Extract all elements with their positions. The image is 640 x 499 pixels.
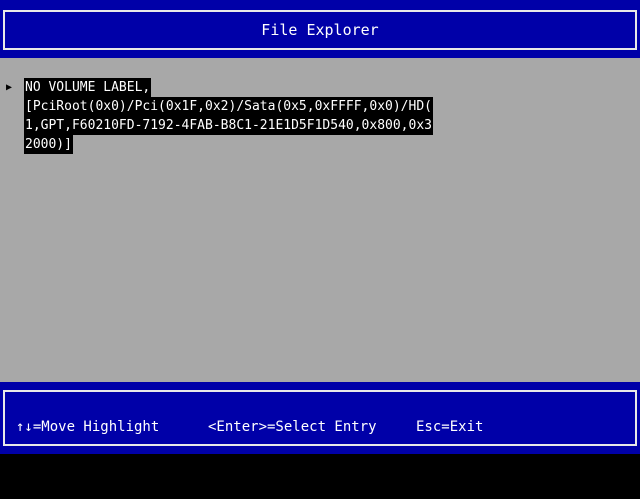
file-list-area: ▶ NO VOLUME LABEL, [PciRoot(0x0)/Pci(0x1…	[0, 58, 640, 382]
entry-line[interactable]: [PciRoot(0x0)/Pci(0x1F,0x2)/Sata(0x5,0xF…	[24, 97, 433, 116]
title-frame: File Explorer	[3, 10, 637, 50]
page-title: File Explorer	[261, 21, 379, 39]
entry-line[interactable]: 2000)]	[24, 135, 73, 154]
list-item-volume[interactable]: ▶ NO VOLUME LABEL, [PciRoot(0x0)/Pci(0x1…	[6, 78, 433, 154]
uefi-screen: { "header": { "title": "File Explorer" }…	[0, 0, 640, 480]
footer-bar: ↑↓=Move Highlight <Enter>=Select Entry E…	[0, 382, 640, 454]
entry-line[interactable]: NO VOLUME LABEL,	[24, 78, 152, 97]
header-bar: File Explorer	[0, 0, 640, 58]
list-item-text[interactable]: NO VOLUME LABEL, [PciRoot(0x0)/Pci(0x1F,…	[24, 78, 433, 154]
help-exit: Esc=Exit	[416, 419, 484, 435]
screen-bottom-strip	[0, 454, 640, 480]
entry-line[interactable]: 1,GPT,F60210FD-7192-4FAB-B8C1-21E1D5F1D5…	[24, 116, 433, 135]
help-select-entry: <Enter>=Select Entry	[208, 419, 377, 435]
selection-pointer-icon: ▶	[6, 82, 13, 93]
help-move-highlight: ↑↓=Move Highlight	[16, 419, 160, 435]
help-frame	[3, 390, 637, 446]
